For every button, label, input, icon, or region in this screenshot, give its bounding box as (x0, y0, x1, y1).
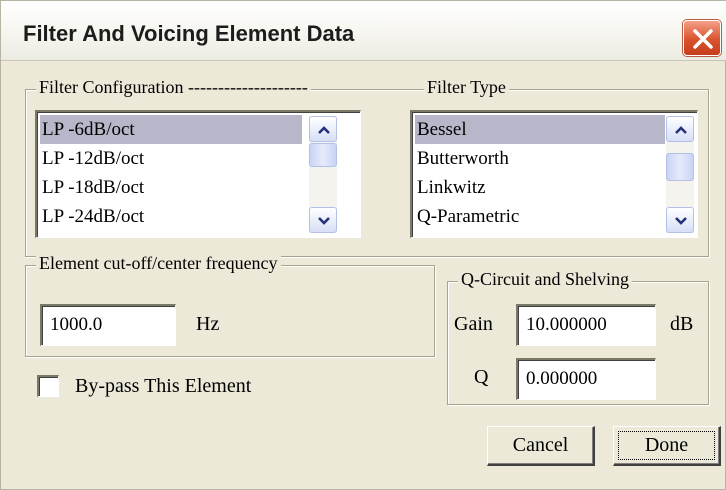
dialog-window: Filter And Voicing Element Data Filter C… (0, 0, 726, 490)
frequency-input[interactable]: 1000.0 (40, 304, 176, 346)
filter-type-legend: Filter Type (424, 77, 509, 98)
filter-type-scrollbar[interactable] (666, 116, 694, 233)
cancel-button[interactable]: Cancel (487, 426, 595, 466)
filter-type-item[interactable]: Butterworth (415, 144, 667, 173)
frequency-unit: Hz (196, 313, 220, 335)
chevron-down-icon (318, 217, 330, 225)
filter-config-listbox[interactable]: LP -6dB/oct LP -12dB/oct LP -18dB/oct LP… (35, 110, 361, 238)
q-label: Q (474, 366, 489, 388)
scroll-thumb[interactable] (309, 143, 337, 167)
filter-type-item[interactable]: Q-Parametric (415, 202, 667, 231)
scroll-up-button[interactable] (309, 116, 337, 142)
scroll-down-button[interactable] (666, 207, 694, 233)
scroll-up-button[interactable] (666, 116, 694, 142)
dialog-title: Filter And Voicing Element Data (23, 21, 355, 46)
frequency-legend: Element cut-off/center frequency (36, 253, 281, 274)
filter-config-item[interactable]: LP -12dB/oct (40, 144, 292, 173)
done-button[interactable]: Done (613, 426, 721, 466)
chevron-down-icon (675, 217, 687, 225)
scroll-down-button[interactable] (309, 207, 337, 233)
gain-unit: dB (670, 313, 694, 335)
filter-config-item[interactable]: LP -6dB/oct (40, 115, 302, 144)
chevron-up-icon (675, 126, 687, 134)
gain-input[interactable]: 10.000000 (516, 304, 656, 346)
q-circuit-group: Q-Circuit and Shelving Gain 10.000000 dB… (447, 269, 709, 405)
bypass-label[interactable]: By-pass This Element (75, 375, 251, 398)
close-button[interactable] (683, 20, 721, 56)
filter-type-listbox[interactable]: Bessel Butterworth Linkwitz Q-Parametric (410, 110, 698, 238)
gain-label: Gain (454, 313, 493, 335)
bypass-checkbox[interactable] (37, 375, 59, 397)
filter-config-legend: Filter Configuration -------------------… (36, 77, 311, 98)
frequency-group: Element cut-off/center frequency 1000.0 … (25, 253, 435, 357)
filter-config-scrollbar[interactable] (309, 116, 337, 233)
chevron-up-icon (318, 126, 330, 134)
filter-config-item[interactable]: LP -18dB/oct (40, 173, 292, 202)
filter-group: Filter Configuration -------------------… (25, 77, 709, 257)
close-icon (693, 29, 713, 49)
filter-type-item[interactable]: Bessel (415, 115, 665, 144)
q-circuit-legend: Q-Circuit and Shelving (458, 269, 632, 290)
filter-config-item[interactable]: LP -24dB/oct (40, 202, 292, 231)
focus-rect (618, 431, 715, 460)
title-bar[interactable]: Filter And Voicing Element Data (1, 1, 726, 61)
cancel-button-label: Cancel (512, 434, 569, 456)
scroll-thumb[interactable] (666, 153, 694, 181)
q-input[interactable]: 0.000000 (516, 358, 656, 400)
filter-type-item[interactable]: Linkwitz (415, 173, 667, 202)
